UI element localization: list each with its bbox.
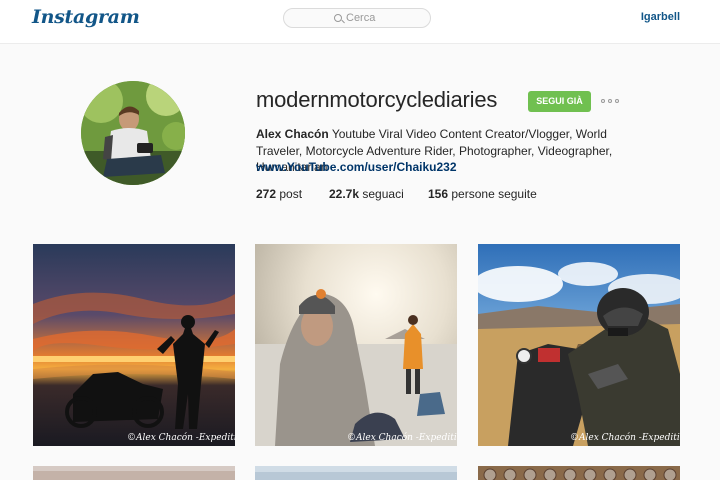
post-thumbnail[interactable]: ©Alex Chacón -ExpeditionSo bbox=[255, 244, 457, 446]
search-input[interactable] bbox=[346, 11, 426, 25]
search-icon bbox=[334, 14, 342, 22]
instagram-logo[interactable]: Instagram bbox=[32, 6, 140, 28]
following-label: persone seguite bbox=[451, 187, 537, 201]
posts-label: post bbox=[279, 187, 303, 201]
top-navigation-bar: Instagram Igarbell bbox=[0, 0, 720, 44]
current-user-link[interactable]: Igarbell bbox=[641, 11, 680, 23]
post-thumbnail[interactable] bbox=[33, 466, 235, 480]
profile-username: modernmotorcyclediaries bbox=[256, 87, 498, 112]
more-options-icon[interactable] bbox=[601, 96, 621, 106]
post-thumbnail[interactable]: ©Alex Chacón -ExpeditionSo bbox=[478, 244, 680, 446]
post-thumbnail[interactable] bbox=[478, 466, 680, 480]
profile-website-link[interactable]: www.YouTube.com/user/Chaiku232 bbox=[256, 160, 457, 174]
search-box[interactable] bbox=[283, 8, 431, 28]
followers-count: 22.7k bbox=[329, 187, 360, 201]
profile-full-name: Alex Chacón bbox=[256, 127, 329, 141]
photo-watermark: ©Alex Chacón -Expedition bbox=[127, 433, 235, 443]
photo-watermark: ©Alex Chacón -ExpeditionSo bbox=[570, 433, 680, 443]
following-count: 156 bbox=[428, 187, 449, 201]
following-button[interactable]: SEGUI GIÀ bbox=[528, 91, 591, 112]
posts-stat: 272 post bbox=[256, 187, 302, 201]
followers-stat[interactable]: 22.7k seguaci bbox=[329, 187, 404, 201]
following-stat[interactable]: 156 persone seguite bbox=[428, 187, 537, 201]
posts-count: 272 bbox=[256, 187, 277, 201]
profile-avatar bbox=[81, 81, 185, 185]
post-thumbnail[interactable]: ©Alex Chacón -Expedition bbox=[33, 244, 235, 446]
followers-label: seguaci bbox=[362, 187, 404, 201]
photo-watermark: ©Alex Chacón -ExpeditionSo bbox=[347, 433, 457, 443]
post-thumbnail[interactable] bbox=[255, 466, 457, 480]
